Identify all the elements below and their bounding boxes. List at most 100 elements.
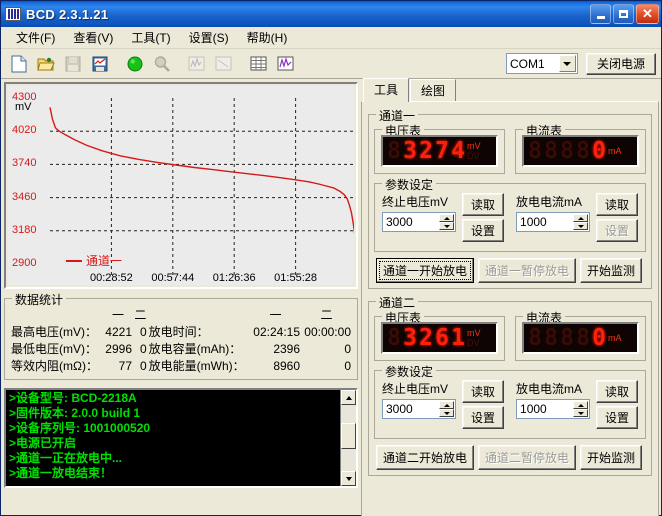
stat-max-voltage-ch2: 0 — [139, 324, 147, 339]
window-title: BCD 2.3.1.21 — [26, 6, 109, 22]
stat-internal-resistance-ch1: 77 — [118, 358, 132, 373]
scroll-down-icon[interactable] — [341, 471, 356, 486]
channel-2-cutoff-stepper[interactable] — [439, 401, 454, 417]
voltage-chart[interactable]: mV 通道一 4300 4020 3740 3460 3180 2900 00:28:52 0… — [8, 86, 354, 285]
stepper-down-icon[interactable] — [439, 222, 454, 230]
stat-label-capacity: 放电容量(mAh)： — [148, 342, 242, 356]
stepper-up-icon[interactable] — [439, 214, 454, 222]
menu-item-settings[interactable]: 设置(S) — [180, 27, 238, 48]
chevron-down-icon[interactable] — [558, 55, 576, 72]
channel-2-current-read-button[interactable]: 读取 — [596, 380, 639, 403]
log-console[interactable]: >设备型号: BCD-2218A >固件版本: 2.0.0 build 1 >设备序… — [4, 388, 358, 488]
stepper-up-icon[interactable] — [573, 214, 589, 222]
led-digit: 8 — [387, 137, 401, 164]
channel-1-cutoff-read-button[interactable]: 读取 — [462, 193, 505, 216]
col-header-ch2-right: 二 — [320, 308, 333, 322]
channel-1-start-discharge-button[interactable]: 通道一开始放电 — [376, 258, 475, 283]
channel-2-start-monitor-button[interactable]: 开始监测 — [580, 445, 643, 470]
minimize-button[interactable] — [590, 4, 611, 24]
close-button[interactable]: ✕ — [636, 4, 659, 24]
stepper-down-icon[interactable] — [573, 409, 589, 417]
stepper-up-icon[interactable] — [439, 401, 454, 409]
com-port-select[interactable]: COM1 — [505, 53, 578, 74]
channel-2-current-field: 放电电流mA 1000 — [516, 380, 591, 419]
menu-item-view[interactable]: 查看(V) — [64, 27, 122, 48]
channel-2-cutoff-value: 3000 — [386, 402, 413, 416]
log-console-scrollbar[interactable] — [340, 390, 356, 486]
log-line: >设备型号: BCD-2218A — [9, 391, 137, 405]
app-barcode-icon — [5, 7, 21, 21]
channel-2-current-set-button[interactable]: 设置 — [596, 406, 639, 429]
power-on-icon[interactable] — [122, 51, 147, 76]
channel-1-current-read-button[interactable]: 读取 — [596, 193, 639, 216]
scrollbar-thumb[interactable] — [341, 423, 356, 449]
title-bar: BCD 2.3.1.21 ✕ — [1, 1, 661, 27]
scrollbar-track[interactable] — [341, 405, 356, 471]
channel-1-current-display: 88880 mA — [522, 135, 640, 167]
stepper-down-icon[interactable] — [439, 409, 454, 417]
channel-2-cutoff-read-button[interactable]: 读取 — [462, 380, 505, 403]
channel-1-meters: 电压表 83274 mV DV 电流表 8 8 8 8 0 mA — [374, 122, 647, 174]
channel-2-cutoff-input[interactable]: 3000 — [382, 399, 456, 419]
led-digit: 8 — [528, 324, 542, 351]
chart-x-tick: 00:57:44 — [151, 272, 195, 284]
scroll-up-icon[interactable] — [341, 390, 356, 405]
channel-1-params-title: 参数设定 — [382, 176, 437, 193]
unit-dv-label: DV — [467, 338, 480, 348]
stat-label-max-voltage: 最高电压(mV)： — [11, 325, 97, 339]
channel-2-start-discharge-button[interactable]: 通道二开始放电 — [376, 445, 475, 470]
channel-1-cutoff-stepper[interactable] — [439, 214, 454, 230]
channel-2-current-label: 放电电流mA — [516, 382, 583, 396]
application-window: BCD 2.3.1.21 ✕ 文件(F) 查看(V) 工具(T) 设置(S) 帮… — [0, 0, 662, 516]
channel-1-current-input[interactable]: 1000 — [516, 212, 591, 232]
menu-item-help[interactable]: 帮助(H) — [238, 27, 297, 48]
channel-1-cutoff-input[interactable]: 3000 — [382, 212, 456, 232]
table-row: 最高电压(mV)： 4221 0 放电时间： 02:24:15 00:00:00 — [10, 323, 352, 340]
channel-1-actions: 通道一开始放电 通道一暂停放电 开始监测 — [374, 258, 646, 283]
channel-2-current-display: 88880 mA — [522, 322, 640, 354]
log-line: >通道一放电结束！ — [9, 466, 113, 480]
channel-2-cutoff-set-button[interactable]: 设置 — [462, 406, 505, 429]
unit-mv-label: mV — [467, 328, 481, 338]
open-folder-icon[interactable] — [33, 51, 58, 76]
stat-min-voltage-ch2: 0 — [139, 341, 147, 356]
led-digit: 8 — [560, 324, 574, 351]
log-line: >通道一正在放电中... — [9, 451, 123, 465]
tab-plot[interactable]: 绘图 — [410, 79, 457, 101]
channel-1-cutoff-label: 终止电压mV — [382, 195, 449, 209]
new-file-icon[interactable] — [6, 51, 31, 76]
channel-2-current-buttons: 读取 设置 — [596, 380, 639, 429]
stat-energy-ch2: 0 — [344, 358, 351, 373]
power-toggle-button[interactable]: 关闭电源 — [585, 52, 656, 75]
menu-item-file[interactable]: 文件(F) — [7, 27, 64, 48]
tab-panel-tools: 通道一 电压表 83274 mV DV 电流表 8 8 8 8 0 mA 参数设… — [361, 101, 660, 516]
stat-discharge-time-ch2: 00:00:00 — [304, 324, 351, 339]
stepper-up-icon[interactable] — [573, 401, 589, 409]
channel-1-cutoff-set-button[interactable]: 设置 — [462, 219, 505, 242]
stat-label-min-voltage: 最低电压(mV)： — [11, 342, 97, 356]
log-line: >设备序列号: 1001000520 — [9, 421, 151, 435]
unit-mv-label: mV — [467, 141, 481, 151]
led-digit: 4 — [451, 137, 465, 164]
channel-1-start-monitor-button[interactable]: 开始监测 — [580, 258, 643, 283]
channel-2-current-input[interactable]: 1000 — [516, 399, 591, 419]
stat-min-voltage-ch1: 2996 — [105, 341, 132, 356]
led-digit: 7 — [435, 137, 449, 164]
channel-1-current-stepper[interactable] — [573, 214, 589, 230]
chart-bar-icon — [184, 51, 209, 76]
chart-line-icon[interactable] — [273, 51, 298, 76]
channel-2-ammeter-group: 电流表 88880 mA — [515, 309, 647, 361]
channel-2-voltage-unit: mV DV — [467, 328, 481, 348]
stat-energy-ch1: 8960 — [273, 358, 301, 373]
stepper-down-icon[interactable] — [573, 222, 589, 230]
left-pane: mV 通道一 4300 4020 3740 3460 3180 2900 00:28:52 0… — [1, 79, 361, 516]
data-table-icon[interactable] — [246, 51, 271, 76]
led-digit: 2 — [419, 137, 433, 164]
menu-item-tools[interactable]: 工具(T) — [122, 27, 179, 48]
save-chart-icon[interactable] — [87, 51, 112, 76]
channel-2-current-stepper[interactable] — [573, 401, 589, 417]
maximize-button[interactable] — [613, 4, 634, 24]
channel-1-cutoff-field: 终止电压mV 3000 — [382, 193, 456, 232]
channel-1-current-value: 1000 — [520, 215, 547, 229]
tab-tools[interactable]: 工具 — [363, 78, 410, 102]
